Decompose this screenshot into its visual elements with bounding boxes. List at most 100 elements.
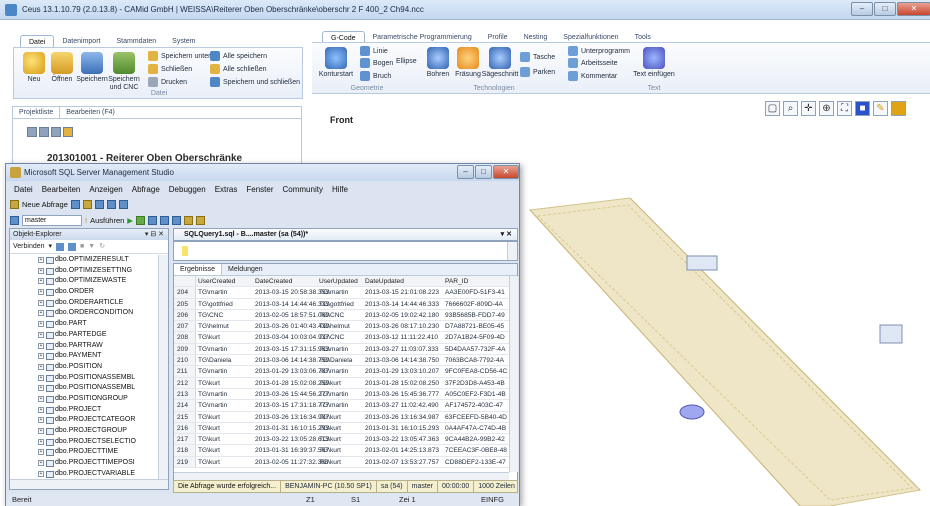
- expand-icon[interactable]: +: [38, 342, 44, 349]
- table-row[interactable]: 212 TG\kurt 2013-01-28 15:02:08.250 TG\kurt…: [174, 377, 509, 389]
- close-icon[interactable]: ▾ ⊟ ✕: [145, 229, 164, 240]
- connect-button[interactable]: Verbinden: [13, 240, 45, 254]
- grid-icon[interactable]: [39, 127, 49, 137]
- object-explorer-item[interactable]: + dbo.PAYMENT: [10, 351, 158, 362]
- table-row[interactable]: 207 TG\helmut 2013-03-26 01:40:43.430 TG\he…: [174, 321, 509, 333]
- parse-icon[interactable]: [136, 216, 146, 225]
- maximize-button[interactable]: □: [874, 2, 896, 16]
- results-grid[interactable]: UserCreated DateCreated UserUpdated Date…: [174, 276, 509, 472]
- menu-file[interactable]: Datei: [14, 185, 33, 194]
- object-explorer-item[interactable]: + dbo.PROJECTGROUP: [10, 426, 158, 437]
- menu-tools[interactable]: Extras: [215, 185, 238, 194]
- object-explorer-scrollbar[interactable]: [158, 255, 168, 479]
- save-as-button[interactable]: Speichern unter: [148, 51, 210, 61]
- filter-icon[interactable]: ▼: [88, 240, 95, 254]
- break-button[interactable]: Bruch: [360, 71, 391, 81]
- table-row[interactable]: 206 TG\CNC 2013-02-05 18:57:51.060 TG\CNC 20…: [174, 309, 509, 322]
- expand-icon[interactable]: +: [38, 438, 44, 445]
- menu-debug[interactable]: Debuggen: [169, 185, 206, 194]
- query-editor-tab[interactable]: SQLQuery1.sql - B....master (sa (54))* ▾…: [173, 228, 518, 241]
- ellipse-button[interactable]: Ellipse: [396, 58, 417, 65]
- close-all-button[interactable]: Alle schließen: [210, 64, 267, 74]
- table-row[interactable]: 213 TG\martin 2013-03-26 15:44:56.277 TG\ma…: [174, 388, 509, 401]
- save-icon[interactable]: [94, 200, 104, 209]
- expand-icon[interactable]: +: [38, 470, 44, 477]
- open-folder-icon[interactable]: [82, 200, 92, 209]
- pencil-icon[interactable]: ✎: [873, 101, 888, 116]
- object-explorer-item[interactable]: + dbo.OPTIMIZERESULT: [10, 255, 158, 266]
- tab-project-list[interactable]: Projektliste: [13, 107, 61, 118]
- save-close-button[interactable]: Speichern und schließen: [210, 77, 300, 87]
- grid-icon[interactable]: [27, 127, 37, 137]
- menu-query[interactable]: Abfrage: [132, 185, 160, 194]
- pan-icon[interactable]: ✛: [801, 101, 816, 116]
- tab-results[interactable]: Ergebnisse: [174, 264, 223, 275]
- close-file-button[interactable]: Schließen: [148, 64, 192, 74]
- expand-icon[interactable]: +: [38, 278, 44, 285]
- table-row[interactable]: 216 TG\kurt 2013-01-31 16:10:15.293 TG\kurt…: [174, 422, 509, 435]
- refresh-icon[interactable]: ↻: [99, 240, 105, 254]
- chevron-down-icon[interactable]: ▾: [49, 240, 53, 254]
- zoom-icon[interactable]: ⌕: [783, 101, 798, 116]
- expand-icon[interactable]: +: [38, 267, 44, 274]
- table-row[interactable]: 217 TG\kurt 2013-03-22 13:05:28.613 TG\kurt…: [174, 434, 509, 446]
- toolbar-icon[interactable]: [160, 216, 170, 225]
- menu-edit[interactable]: Bearbeiten: [42, 185, 81, 194]
- object-explorer-item[interactable]: + dbo.PROJECTTIMEPOSI: [10, 458, 158, 469]
- object-explorer-item[interactable]: + dbo.PROJECTVARIABLE: [10, 469, 158, 480]
- editor-scrollbar[interactable]: [507, 242, 517, 260]
- table-row[interactable]: 204 TG\martin 2013-03-15 20:58:38.353 TG\ma…: [174, 287, 509, 299]
- save-all-icon[interactable]: [106, 200, 116, 209]
- column-header[interactable]: PAR_ID: [443, 276, 509, 286]
- play-icon[interactable]: ▶: [127, 216, 133, 225]
- grid-icon[interactable]: [51, 127, 61, 137]
- object-explorer-item[interactable]: + dbo.PARTEDGE: [10, 330, 158, 341]
- query-editor[interactable]: [173, 241, 518, 261]
- menu-help[interactable]: Hilfe: [332, 185, 348, 194]
- save-all-button[interactable]: Alle speichern: [210, 51, 267, 61]
- expand-icon[interactable]: +: [38, 395, 44, 402]
- toolbar-icon[interactable]: [148, 216, 158, 225]
- expand-icon[interactable]: +: [38, 417, 44, 424]
- pencil-icon[interactable]: [63, 127, 73, 137]
- table-row[interactable]: 219 TG\kurt 2013-02-05 11:27:32.360 TG\kurt…: [174, 456, 509, 469]
- object-explorer-item[interactable]: + dbo.POSITIONASSEMBL: [10, 383, 158, 394]
- table-row[interactable]: 209 TG\martin 2013-03-15 17:31:15.963 TG\ma…: [174, 343, 509, 356]
- expand-icon[interactable]: +: [38, 460, 44, 467]
- object-explorer-item[interactable]: + dbo.ORDER: [10, 287, 158, 298]
- column-header[interactable]: DateCreated: [253, 276, 317, 286]
- column-header[interactable]: DateUpdated: [363, 276, 443, 286]
- toolbar-icon[interactable]: [118, 200, 128, 209]
- menu-view[interactable]: Anzeigen: [89, 185, 122, 194]
- comment-icon[interactable]: [184, 216, 194, 225]
- cube-view-icon[interactable]: ■: [855, 101, 870, 116]
- database-select[interactable]: master: [22, 215, 82, 226]
- print-button[interactable]: Drucken: [148, 77, 187, 87]
- expand-icon[interactable]: +: [38, 449, 44, 456]
- object-explorer-item[interactable]: + dbo.PROJECTTIME: [10, 447, 158, 458]
- expand-icon[interactable]: +: [38, 331, 44, 338]
- object-explorer-hscrollbar[interactable]: [10, 479, 168, 489]
- save-button[interactable]: Speichern: [74, 52, 110, 84]
- fit-icon[interactable]: ⛶: [837, 101, 852, 116]
- arc-button[interactable]: Bogen: [360, 58, 393, 68]
- indent-icon[interactable]: [196, 216, 206, 225]
- table-row[interactable]: 215 TG\kurt 2013-03-26 13:16:34.987 TG\kurt…: [174, 411, 509, 423]
- minimize-button[interactable]: –: [851, 2, 873, 16]
- expand-icon[interactable]: +: [38, 289, 44, 296]
- board-3d-view[interactable]: [500, 190, 930, 506]
- table-row[interactable]: 211 TG\martin 2013-01-29 13:03:06.787 TG\ma…: [174, 366, 509, 378]
- ssms-close-button[interactable]: ✕: [493, 165, 519, 179]
- expand-icon[interactable]: +: [38, 406, 44, 413]
- new-query-button[interactable]: Neue Abfrage: [22, 200, 68, 209]
- save-cnc-button[interactable]: Speichern und CNC: [106, 52, 142, 92]
- expand-icon[interactable]: +: [38, 353, 44, 360]
- expand-icon[interactable]: +: [38, 428, 44, 434]
- expand-icon[interactable]: +: [38, 257, 44, 263]
- object-explorer-item[interactable]: + dbo.ORDERARTICLE: [10, 298, 158, 309]
- table-row[interactable]: 218 TG\kurt 2013-01-31 16:39:37.567 TG\kurt…: [174, 445, 509, 457]
- insert-text-button[interactable]: Text einfügen: [632, 47, 676, 79]
- ssms-maximize-button[interactable]: □: [475, 165, 492, 179]
- shield-icon[interactable]: [891, 101, 906, 116]
- rotate-icon[interactable]: ⊕: [819, 101, 834, 116]
